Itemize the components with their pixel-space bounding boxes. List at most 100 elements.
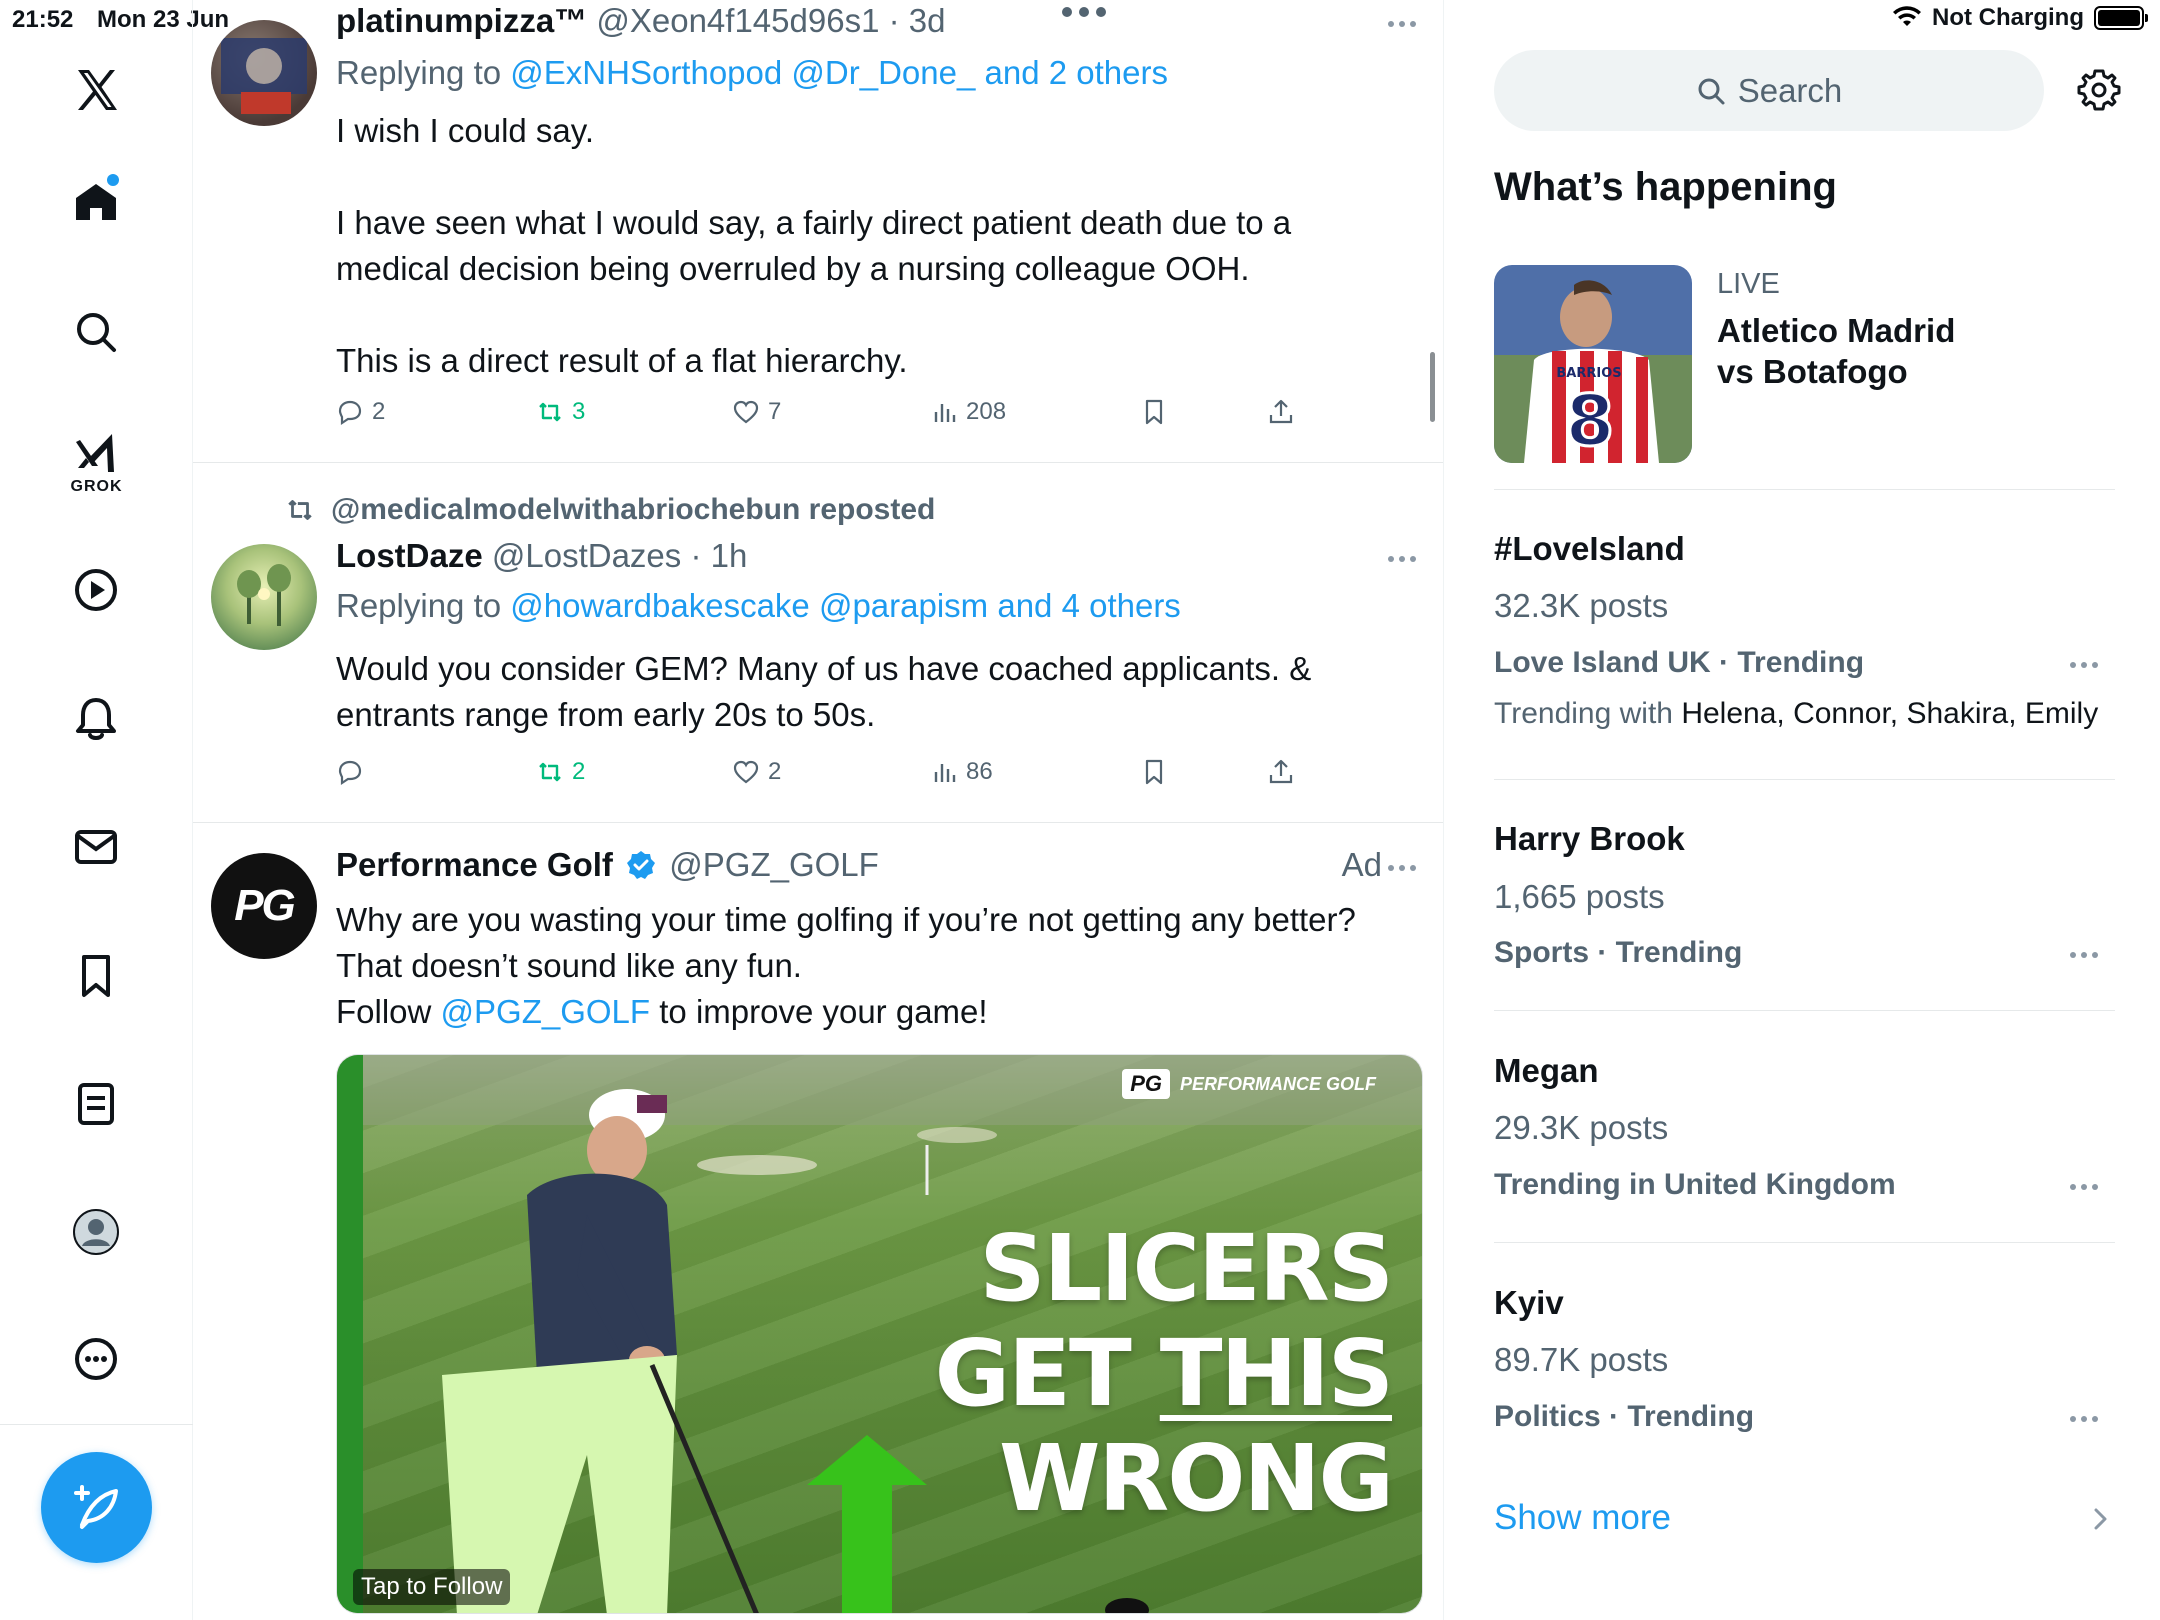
ad-headline-part: GET xyxy=(934,1320,1160,1427)
ad-video-media[interactable]: PG PERFORMANCE GOLF SLICERS GET THIS WRO… xyxy=(336,1054,1423,1614)
share-button[interactable] xyxy=(1267,758,1295,786)
divider xyxy=(1494,779,2115,780)
like-count: 2 xyxy=(768,758,782,785)
tweet-text: Why are you wasting your time golfing if… xyxy=(336,897,1406,1035)
reply-button[interactable] xyxy=(336,758,372,786)
trend-name[interactable]: Kyiv xyxy=(1494,1284,1564,1322)
more-circle-icon xyxy=(75,1338,117,1380)
trend-name[interactable]: Megan xyxy=(1494,1052,1599,1090)
reposted-by[interactable]: @medicalmodelwithabriochebun reposted xyxy=(283,493,935,527)
nav-bookmarks[interactable] xyxy=(48,928,144,1024)
author-name[interactable]: platinumpizza™ xyxy=(336,2,587,39)
search-input[interactable]: Search xyxy=(1494,50,2044,131)
like-button[interactable]: 7 xyxy=(732,398,781,426)
nav-explore[interactable] xyxy=(48,284,144,380)
author-handle[interactable]: @LostDazes · 1h xyxy=(492,537,747,574)
heart-icon xyxy=(733,400,759,424)
nav-messages[interactable] xyxy=(48,799,144,895)
tweet-paragraph: Why are you wasting your time golfing if… xyxy=(336,901,1356,938)
bookmark-icon xyxy=(1145,399,1163,425)
author-handle[interactable]: @Xeon4f145d96s1 · 3d xyxy=(596,2,945,39)
avatar[interactable]: PG xyxy=(211,853,317,959)
bookmark-icon xyxy=(1145,759,1163,785)
author-name[interactable]: Performance Golf xyxy=(336,846,613,883)
tweet-paragraph: I have seen what I would say, a fairly d… xyxy=(336,204,1292,287)
views-chart-icon xyxy=(934,404,956,422)
trending-with-names[interactable]: Helena, Connor, Shakira, Emily xyxy=(1681,697,2098,730)
nav-home[interactable] xyxy=(48,154,144,250)
tap-to-follow-label[interactable]: Tap to Follow xyxy=(353,1569,511,1605)
avatar[interactable] xyxy=(211,544,317,650)
settings-gear-icon[interactable] xyxy=(2074,65,2124,115)
tweet-paragraph: This is a direct result of a flat hierar… xyxy=(336,342,908,379)
tweet-actions: 2 3 7 208 xyxy=(336,398,1336,438)
tweet-card[interactable]: platinumpizza™ @Xeon4f145d96s1 · 3d Repl… xyxy=(193,0,1443,463)
author-name[interactable]: LostDaze xyxy=(336,537,483,574)
repost-button[interactable]: 3 xyxy=(536,398,585,426)
trend-name[interactable]: Harry Brook xyxy=(1494,820,1685,858)
media-dots-icon xyxy=(1062,7,1106,17)
left-navigation: GROK xyxy=(0,0,193,1620)
tweet-more-button[interactable] xyxy=(1382,12,1422,36)
replying-links[interactable]: @ExNHSorthopod @Dr_Done_ and 2 others xyxy=(510,54,1168,91)
reply-icon xyxy=(338,400,362,426)
bookmark-button[interactable] xyxy=(1140,758,1168,786)
nav-divider xyxy=(0,1424,193,1425)
live-title-line: Atletico Madrid xyxy=(1717,312,1956,349)
replying-to: Replying to @ExNHSorthopod @Dr_Done_ and… xyxy=(336,54,1168,92)
live-event-title[interactable]: Atletico Madrid vs Botafogo xyxy=(1717,310,1955,392)
tweet-header: Performance Golf @PGZ_GOLF xyxy=(336,846,879,884)
like-count: 7 xyxy=(768,398,782,425)
bookmark-button[interactable] xyxy=(1140,398,1168,426)
media-brand-watermark: PG PERFORMANCE GOLF xyxy=(1122,1069,1376,1099)
trend-more-button[interactable] xyxy=(2069,1182,2099,1192)
nav-more[interactable] xyxy=(48,1311,144,1407)
grok-icon xyxy=(76,434,114,472)
promoted-tweet-card[interactable]: PG Performance Golf @PGZ_GOLF Ad Why are… xyxy=(193,823,1443,1620)
trend-more-button[interactable] xyxy=(2069,660,2099,670)
nav-video[interactable] xyxy=(48,542,144,638)
nav-notifications[interactable] xyxy=(48,671,144,767)
live-event-image[interactable]: BARRIOS 8 xyxy=(1494,265,1692,463)
share-button[interactable] xyxy=(1267,398,1295,426)
views-button[interactable]: 86 xyxy=(930,758,993,786)
trend-category: Love Island UK · Trending xyxy=(1494,646,1865,679)
nav-profile[interactable] xyxy=(48,1184,144,1280)
more-horizontal-icon xyxy=(1388,865,1416,871)
like-button[interactable]: 2 xyxy=(732,758,781,786)
tweet-card[interactable]: @medicalmodelwithabriochebun reposted Lo… xyxy=(193,463,1443,823)
repost-button[interactable]: 2 xyxy=(536,758,585,786)
author-handle[interactable]: @PGZ_GOLF xyxy=(669,846,879,883)
jersey-number: 8 xyxy=(1566,380,1615,462)
reply-button[interactable]: 2 xyxy=(336,398,385,426)
tweet-more-button[interactable] xyxy=(1382,856,1422,880)
replying-links[interactable]: @howardbakescake @parapism and 4 others xyxy=(510,587,1181,624)
trend-more-button[interactable] xyxy=(2069,1414,2099,1424)
repost-icon xyxy=(539,762,561,782)
mention-link[interactable]: @PGZ_GOLF xyxy=(441,993,651,1030)
grok-label: GROK xyxy=(70,478,123,495)
tweet-text: I wish I could say. I have seen what I w… xyxy=(336,108,1406,384)
repost-count: 3 xyxy=(572,398,586,425)
trend-more-button[interactable] xyxy=(2069,950,2099,960)
jersey-name: BARRIOS xyxy=(1556,366,1621,381)
compose-post-button[interactable] xyxy=(41,1452,152,1563)
x-logo-icon[interactable] xyxy=(48,42,144,138)
avatar-logo-text: PG xyxy=(234,881,296,930)
show-more-link[interactable]: Show more xyxy=(1494,1498,1671,1538)
right-sidebar: Search What’s happening BARRIOS 8 LIVE A… xyxy=(1445,0,2160,1620)
search-icon xyxy=(1698,78,1725,104)
trend-name[interactable]: #LoveIsland xyxy=(1494,530,1685,568)
scrollbar[interactable] xyxy=(1430,352,1435,422)
reply-icon xyxy=(338,760,362,786)
avatar-landscape-image xyxy=(237,564,291,626)
bookmark-icon xyxy=(82,955,110,997)
divider xyxy=(1494,489,2115,490)
repost-icon xyxy=(288,500,312,520)
avatar[interactable] xyxy=(211,20,317,126)
ad-headline-line1: SLICERS xyxy=(979,1215,1394,1322)
tweet-more-button[interactable] xyxy=(1382,547,1422,571)
nav-lists[interactable] xyxy=(48,1056,144,1152)
reply-count: 2 xyxy=(372,398,386,425)
views-button[interactable]: 208 xyxy=(930,398,1006,426)
